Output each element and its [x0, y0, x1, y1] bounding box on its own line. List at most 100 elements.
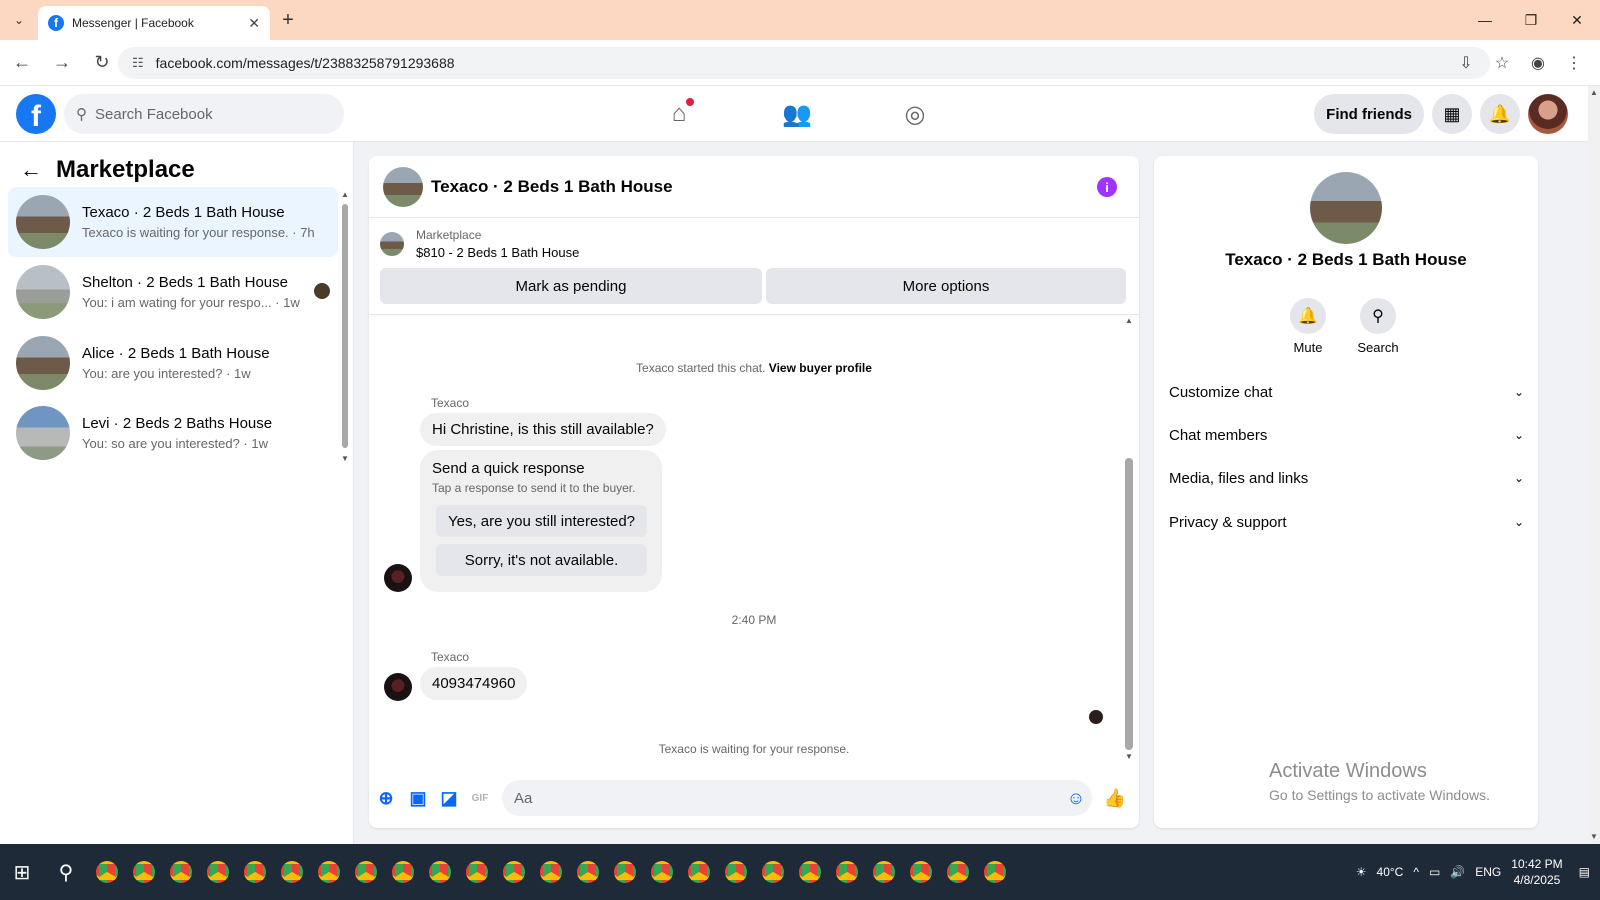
message-bubble[interactable]: 4093474960: [420, 667, 528, 700]
site-info-icon[interactable]: ☷: [132, 55, 144, 71]
menu-grid-icon[interactable]: ▦: [1432, 94, 1472, 134]
conversation-item[interactable]: Levi · 2 Beds 2 Baths House You: so are …: [8, 398, 338, 468]
emoji-icon[interactable]: ☺: [1065, 787, 1087, 809]
reload-button[interactable]: ↻: [84, 45, 120, 81]
chrome-taskbar-icon[interactable]: [976, 852, 1013, 892]
chat-members-section[interactable]: Chat members ⌄: [1169, 420, 1524, 450]
scroll-up-icon[interactable]: ▲: [1590, 88, 1598, 97]
install-app-icon[interactable]: ⇩: [1448, 47, 1484, 79]
thumbs-up-icon[interactable]: 👍: [1104, 787, 1126, 809]
chrome-taskbar-icon[interactable]: [791, 852, 828, 892]
info-icon[interactable]: i: [1097, 177, 1117, 197]
conversation-scrollbar[interactable]: ▲ ▼: [341, 190, 349, 464]
chrome-taskbar-icon[interactable]: [458, 852, 495, 892]
profile-icon[interactable]: ◉: [1520, 47, 1556, 79]
tray-chevron-icon[interactable]: ^: [1413, 865, 1419, 879]
scroll-up-icon[interactable]: ▲: [1125, 316, 1133, 325]
back-arrow-icon[interactable]: ←: [20, 157, 42, 183]
weather-temp[interactable]: 40°C: [1377, 865, 1404, 879]
tab-close-icon[interactable]: ✕: [248, 15, 260, 32]
search-action[interactable]: ⚲ Search: [1343, 298, 1413, 355]
scroll-down-icon[interactable]: ▼: [1590, 832, 1598, 841]
chrome-taskbar-icon[interactable]: [939, 852, 976, 892]
scrollbar-thumb[interactable]: [342, 204, 348, 448]
gif-icon[interactable]: GIF: [469, 787, 491, 809]
clock[interactable]: 10:42 PM 4/8/2025: [1511, 856, 1562, 888]
message-input[interactable]: Aa: [502, 780, 1092, 816]
account-avatar[interactable]: [1528, 94, 1568, 134]
friends-icon[interactable]: 👥: [738, 86, 856, 142]
quick-response-sorry-button[interactable]: Sorry, it's not available.: [436, 544, 647, 576]
chrome-taskbar-icon[interactable]: [532, 852, 569, 892]
language-indicator[interactable]: ENG: [1475, 865, 1501, 879]
chrome-taskbar-icon[interactable]: [236, 852, 273, 892]
conversation-item[interactable]: Alice · 2 Beds 1 Bath House You: are you…: [8, 328, 338, 398]
scroll-up-icon[interactable]: ▲: [341, 190, 349, 199]
sender-avatar[interactable]: [384, 673, 412, 701]
chrome-taskbar-icon[interactable]: [828, 852, 865, 892]
network-icon[interactable]: ▭: [1429, 865, 1440, 879]
find-friends-button[interactable]: Find friends: [1314, 94, 1424, 134]
chrome-taskbar-icon[interactable]: [421, 852, 458, 892]
groups-icon[interactable]: ◎: [856, 86, 974, 142]
address-bar[interactable]: ☷ facebook.com/messages/t/23883258791293…: [118, 47, 1490, 79]
taskbar-app-icon[interactable]: [162, 852, 199, 892]
notification-center-icon[interactable]: ▤: [1579, 865, 1590, 879]
taskbar-search-icon[interactable]: ⚲: [44, 852, 88, 892]
media-files-section[interactable]: Media, files and links ⌄: [1169, 463, 1524, 493]
chrome-taskbar-icon[interactable]: [717, 852, 754, 892]
bell-icon[interactable]: 🔔: [1290, 298, 1326, 334]
conversation-item[interactable]: Texaco · 2 Beds 1 Bath House Texaco is w…: [8, 187, 338, 257]
sticker-icon[interactable]: ◪: [438, 787, 460, 809]
chrome-taskbar-icon[interactable]: [495, 852, 532, 892]
tab-search-chevron-icon[interactable]: ⌄: [0, 0, 38, 40]
restore-button[interactable]: ❐: [1508, 0, 1554, 40]
customize-chat-section[interactable]: Customize chat ⌄: [1169, 377, 1524, 407]
chrome-taskbar-icon[interactable]: [199, 852, 236, 892]
details-avatar[interactable]: [1310, 172, 1382, 244]
browser-menu-icon[interactable]: ⋮: [1556, 47, 1592, 79]
mute-action[interactable]: 🔔 Mute: [1273, 298, 1343, 355]
listing-info[interactable]: Marketplace $810 - 2 Beds 1 Bath House: [380, 228, 579, 260]
taskbar-app-icon[interactable]: [125, 852, 162, 892]
notifications-bell-icon[interactable]: 🔔: [1480, 94, 1520, 134]
new-tab-button[interactable]: +: [270, 9, 306, 32]
minimize-button[interactable]: —: [1462, 0, 1508, 40]
scroll-down-icon[interactable]: ▼: [1125, 752, 1133, 761]
weather-icon[interactable]: ☀: [1356, 865, 1367, 879]
conversation-item[interactable]: Shelton · 2 Beds 1 Bath House You: i am …: [8, 257, 338, 327]
back-button[interactable]: ←: [4, 45, 40, 81]
chrome-taskbar-icon[interactable]: [902, 852, 939, 892]
chat-avatar[interactable]: [383, 166, 423, 207]
chrome-taskbar-icon[interactable]: [680, 852, 717, 892]
bookmark-star-icon[interactable]: ☆: [1484, 47, 1520, 79]
view-buyer-profile-link[interactable]: View buyer profile: [769, 361, 872, 375]
close-window-button[interactable]: ✕: [1554, 0, 1600, 40]
chrome-taskbar-icon[interactable]: [310, 852, 347, 892]
chrome-taskbar-icon[interactable]: [347, 852, 384, 892]
plus-circle-icon[interactable]: ⊕: [375, 787, 397, 809]
sender-avatar[interactable]: [384, 564, 412, 592]
chrome-taskbar-icon[interactable]: [643, 852, 680, 892]
scroll-down-icon[interactable]: ▼: [341, 454, 349, 463]
windows-start-icon[interactable]: ⊞: [0, 852, 44, 892]
chrome-taskbar-icon[interactable]: [384, 852, 421, 892]
page-scrollbar[interactable]: ▲ ▼: [1588, 86, 1600, 844]
privacy-support-section[interactable]: Privacy & support ⌄: [1169, 507, 1524, 537]
more-options-button[interactable]: More options: [766, 268, 1126, 304]
chrome-taskbar-icon[interactable]: [606, 852, 643, 892]
volume-icon[interactable]: 🔊: [1450, 865, 1465, 879]
home-icon[interactable]: ⌂: [620, 86, 738, 142]
photo-icon[interactable]: ▣: [407, 787, 429, 809]
browser-tab-messenger[interactable]: f Messenger | Facebook ✕: [38, 6, 270, 40]
search-input[interactable]: ⚲ Search Facebook: [64, 94, 344, 134]
search-icon[interactable]: ⚲: [1360, 298, 1396, 334]
forward-button[interactable]: →: [44, 45, 80, 81]
facebook-logo[interactable]: f: [16, 94, 56, 134]
chrome-taskbar-icon[interactable]: [273, 852, 310, 892]
scrollbar-thumb[interactable]: [1125, 458, 1133, 750]
message-bubble[interactable]: Hi Christine, is this still available?: [420, 413, 666, 446]
chat-title[interactable]: Texaco · 2 Beds 1 Bath House: [431, 177, 673, 197]
chrome-taskbar-icon[interactable]: [754, 852, 791, 892]
chat-scrollbar[interactable]: ▲ ▼: [1124, 316, 1134, 766]
